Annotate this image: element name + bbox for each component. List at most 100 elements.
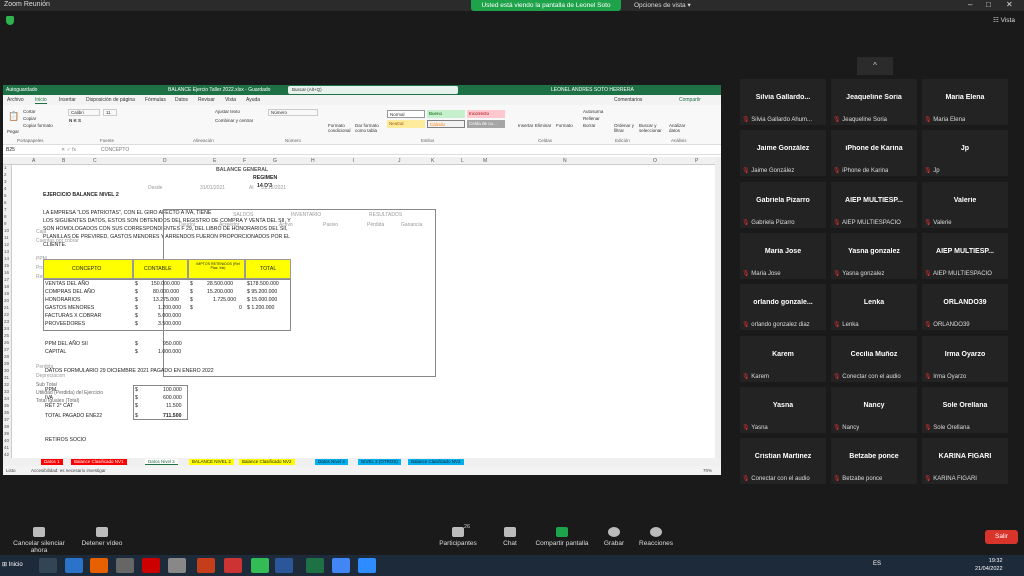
sort-filter-button[interactable]: Ordenar y filtrar (614, 123, 634, 133)
excel-search-box[interactable]: Buscar (Alt+Q) (288, 86, 458, 94)
delete-cells-button[interactable]: Eliminar (535, 123, 551, 128)
firefox-icon[interactable] (90, 558, 108, 573)
col-d[interactable]: D (163, 158, 167, 164)
tab-revisar[interactable]: Revisar (198, 97, 215, 103)
opera-icon[interactable] (142, 558, 160, 573)
sheet-tab-balance-nivel2[interactable]: BALANCE NIVEL 2 (189, 459, 234, 465)
participant-tile[interactable]: Irma Oyarzo 🎙 Irma Oyarzo (922, 335, 1008, 382)
row-header[interactable]: 19 (4, 291, 9, 296)
name-box[interactable]: B25 (6, 147, 46, 153)
acrobat-icon[interactable] (224, 558, 242, 573)
worksheet-grid[interactable]: A B C D E F G H I J K L M N O P 12345678… (3, 157, 715, 460)
start-button[interactable]: ⊞ Inicio (2, 558, 28, 573)
row-header[interactable]: 29 (4, 361, 9, 366)
row-header[interactable]: 8 (4, 214, 7, 219)
participant-tile[interactable]: Sole Orellana 🎙 Sole Orellana (922, 386, 1008, 433)
row-header[interactable]: 36 (4, 410, 9, 415)
row-header[interactable]: 26 (4, 340, 9, 345)
row-header[interactable]: 34 (4, 396, 9, 401)
style-celda[interactable]: Celda de co... (467, 120, 505, 128)
style-bueno[interactable]: Bueno (427, 110, 465, 118)
col-l[interactable]: L (461, 158, 464, 164)
status-accessibility[interactable]: Accesibilidad: es necesario investigar (31, 468, 106, 473)
row-header[interactable]: 42 (4, 452, 9, 457)
sheet-tab-balance-clasificado-nv2[interactable]: Balance Clasificado NV2 (239, 459, 295, 465)
files-icon[interactable] (168, 558, 186, 573)
paste-button[interactable]: Pegar (7, 129, 19, 134)
col-p[interactable]: P (695, 158, 698, 164)
vertical-scrollbar[interactable] (715, 157, 721, 458)
col-k[interactable]: K (431, 158, 434, 164)
zoom-icon[interactable] (358, 558, 376, 573)
zoom-level[interactable]: 70% (703, 468, 712, 473)
row-header[interactable]: 10 (4, 228, 9, 233)
row-header[interactable]: 27 (4, 347, 9, 352)
participant-tile[interactable]: Maria Jose 🎙 Maria Jose (740, 232, 826, 279)
row-header[interactable]: 16 (4, 270, 9, 275)
row-header[interactable]: 4 (4, 186, 7, 191)
participant-tile[interactable]: Jaime González 🎙 Jaime González (740, 130, 826, 177)
participant-tile[interactable]: Yasna 🎙 Yasna (740, 386, 826, 433)
minimize-icon[interactable]: – (968, 0, 972, 9)
share-screen-button[interactable]: Compartir pantalla (533, 527, 591, 547)
view-button[interactable]: ☷ Vista (993, 16, 1015, 24)
copy-button[interactable]: Copiar (23, 116, 36, 121)
sheet-tab-nivel3-otros[interactable]: NIVEL 3 (OTROS) (358, 459, 401, 465)
wrap-text-button[interactable]: Ajustar texto (215, 109, 240, 114)
row-header[interactable]: 31 (4, 375, 9, 380)
record-button[interactable]: Grabar (600, 527, 628, 547)
participant-tile[interactable]: Silvia Gallardo... 🎙 Silvia Gallardo Ahum… (740, 79, 826, 125)
participant-tile[interactable]: AIEP MULTIESP... 🎙 AIEP MULTIESPACIO (831, 181, 917, 228)
clock[interactable]: 19:32 21/04/2022 (975, 557, 1003, 573)
row-header[interactable]: 14 (4, 256, 9, 261)
language-indicator[interactable]: ES (873, 561, 881, 567)
word-icon[interactable] (275, 558, 293, 573)
row-header[interactable]: 15 (4, 263, 9, 268)
participant-tile[interactable]: Gabriela Pizarro 🎙 Gabriela Pizarro (740, 181, 826, 228)
participant-tile[interactable]: KARINA FIGARI 🎙 KARINA FIGARI (922, 438, 1008, 485)
insert-cells-button[interactable]: Insertar (518, 123, 533, 128)
sheet-tab-datos1[interactable]: Datos 1 (41, 459, 63, 465)
row-header[interactable]: 23 (4, 319, 9, 324)
col-c[interactable]: C (93, 158, 97, 164)
row-header[interactable]: 12 (4, 242, 9, 247)
tab-datos[interactable]: Datos (175, 97, 188, 103)
participant-tile[interactable]: AIEP MULTIESP... 🎙 AIEP MULTIESPACIO (922, 232, 1008, 279)
excel-icon[interactable] (306, 558, 324, 573)
participant-tile[interactable]: Cecilia Muñoz 🎙 Conectar con el audio (831, 335, 917, 382)
taskview-icon[interactable] (39, 558, 57, 573)
participant-tile[interactable]: Betzabe ponce 🎙 Betzabe ponce (831, 438, 917, 485)
participant-tile[interactable]: Cristian Martinez 🎙 Conectar con el audio (740, 438, 826, 485)
participant-tile[interactable]: Nancy 🎙 Nancy (831, 386, 917, 433)
row-header[interactable]: 30 (4, 368, 9, 373)
cut-button[interactable]: Cortar (23, 109, 36, 114)
view-options-button[interactable]: Opciones de vista ▾ (634, 1, 691, 9)
comments-button[interactable]: Comentarios (614, 97, 642, 103)
tab-insertar[interactable]: Insertar (59, 97, 76, 103)
participant-tile[interactable]: Jeaqueline Soria 🎙 Jeaqueline Soria (831, 79, 917, 125)
chrome-icon[interactable] (332, 558, 350, 573)
row-header[interactable]: 7 (4, 207, 7, 212)
leave-button[interactable]: Salir (985, 530, 1018, 544)
row-header[interactable]: 6 (4, 200, 7, 205)
participant-tile[interactable]: Yasna gonzalez 🎙 Yasna gonzalez (831, 232, 917, 279)
ie-icon[interactable] (65, 558, 83, 573)
row-header[interactable]: 20 (4, 298, 9, 303)
clear-button[interactable]: Borrar (583, 123, 596, 128)
tab-archivo[interactable]: Archivo (7, 97, 24, 103)
style-neutral[interactable]: Neutral (387, 120, 425, 128)
row-header[interactable]: 9 (4, 221, 7, 226)
sheet-tab-datos-nivel3[interactable]: Datos Nivel 3 (315, 459, 348, 465)
chat-button[interactable]: Chat (497, 527, 523, 547)
conditional-format-button[interactable]: Formato condicional (328, 123, 356, 133)
col-f[interactable]: F (243, 158, 246, 164)
participant-tile[interactable]: Lenka 🎙 Lenka (831, 284, 917, 331)
font-size-select[interactable]: 11 (103, 109, 117, 116)
format-cells-button[interactable]: Formato (556, 123, 573, 128)
participant-tile[interactable]: orlando gonzale... 🎙 orlando gonzalez dia… (740, 284, 826, 331)
tab-formulas[interactable]: Fórmulas (145, 97, 166, 103)
style-calculo[interactable]: Cálculo (427, 120, 465, 128)
participant-tile[interactable]: Jp 🎙 Jp (922, 130, 1008, 177)
close-icon[interactable]: ✕ (1006, 0, 1013, 9)
unmute-button[interactable]: Cancelar silenciar ahora (4, 527, 74, 554)
